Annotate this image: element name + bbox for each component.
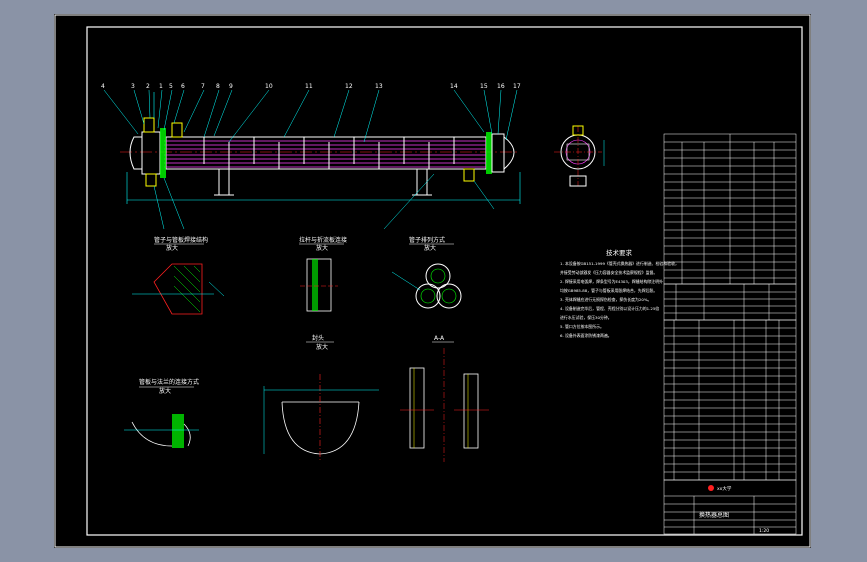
part-no-10: 10 [265,83,273,90]
left-bottom-nozzle [145,173,157,187]
outer-frame [54,14,811,548]
shell-inlet-nozzle [171,122,183,138]
detail-tube-tubesheet-weld: 管子与管板焊接结构 放大 [132,236,225,315]
nozzle-table [663,283,797,321]
part-no-1: 1 [159,83,163,90]
side-view [554,125,605,187]
detail-title-head: 封头 [312,334,324,342]
detail-head: 封头 放大 [263,334,379,462]
shell-body [165,136,487,170]
detail-baffle-rod: 拉杆与折流板连接 放大 [299,236,347,312]
tech-req-line-9: 6. 设备外表面涂防锈漆两遍。 [560,333,612,338]
baffles [203,137,455,169]
detail-scale-rod: 放大 [316,244,328,252]
detail-scale-flange: 放大 [159,387,171,395]
parts-list-table [663,319,797,481]
left-top-nozzle [143,117,155,133]
detail-scale-layout: 放大 [424,244,436,252]
tech-req-line-3: 2. 焊接采用电弧焊，焊条型号为E4303，焊缝结构除注明外 [560,279,663,284]
drawing-sheet: 4 3 2 1 5 6 7 8 9 10 11 12 13 14 15 16 1… [54,14,811,548]
part-no-11: 11 [305,83,313,90]
dimension-lines [126,92,521,204]
part-no-3: 3 [131,83,135,90]
tech-req-line-2: 并接受劳动部颁发《压力容器安全技术监察规程》监督。 [560,270,657,275]
part-no-8: 8 [216,83,220,90]
part-no-7: 7 [201,83,205,90]
part-no-15: 15 [480,83,488,90]
detail-tube-layout: 管子排列方式 放大 [391,236,462,309]
part-no-17: 17 [513,83,521,90]
shell-outlet-nozzle [463,168,475,182]
part-no-16: 16 [497,83,505,90]
tube-bundle [164,140,486,168]
part-no-9: 9 [229,83,233,90]
part-no-2: 2 [146,83,150,90]
title-block-drawing-name: 换热器总图 [699,511,729,519]
main-elevation-view: 4 3 2 1 5 6 7 8 9 10 11 12 13 14 15 16 1… [101,83,521,230]
detail-title-flange: 管板与法兰的连接方式 [139,378,199,386]
heat-exchanger-drawing: 4 3 2 1 5 6 7 8 9 10 11 12 13 14 15 16 1… [54,14,811,548]
part-no-12: 12 [345,83,353,90]
detail-title-aa: A-A [434,335,445,342]
left-head [129,136,142,170]
part-no-13: 13 [375,83,383,90]
detail-title-rod: 拉杆与折流板连接 [299,236,347,244]
design-data-table [663,133,797,285]
part-no-6: 6 [181,83,185,90]
title-block-school: xx大学 [717,485,732,492]
detail-title-weld: 管子与管板焊接结构 [154,236,208,244]
part-no-4: 4 [101,83,105,90]
part-no-5: 5 [169,83,173,90]
left-channel [141,131,161,175]
saddle-supports [214,168,432,196]
right-head [503,136,515,170]
detail-flange-shell: 管板与法兰的连接方式 放大 [124,378,199,448]
detail-scale-weld: 放大 [166,244,178,252]
tech-req-line-4: 均按GB985-88，管子与管板采用胀焊结合，先焊后胀。 [560,288,657,293]
detail-section-a-a: A-A [400,335,489,462]
tech-req-heading: 技术要求 [606,248,633,257]
part-number-labels: 4 3 2 1 5 6 7 8 9 10 11 12 13 14 15 16 1… [101,83,521,90]
tech-req-line-1: 1. 本设备按GB151-1999《管壳式换热器》进行制造、检验和验收， [560,261,679,266]
technical-requirements: 技术要求 1. 本设备按GB151-1999《管壳式换热器》进行制造、检验和验收… [560,248,679,338]
part-no-14: 14 [450,83,458,90]
tech-req-line-5: 3. 壳体焊缝应进行无损探伤检查，探伤长度为20%。 [560,297,651,302]
detail-title-layout: 管子排列方式 [409,236,445,244]
tech-req-line-7: 进行水压试验，保压30分钟。 [560,315,612,320]
tech-req-line-8: 5. 管口方位按本图所示。 [560,324,604,329]
inner-frame [86,26,803,536]
right-channel [491,133,505,173]
detail-scale-head: 放大 [316,343,328,351]
tech-req-line-6: 4. 设备制造完毕后，管程、壳程分别以设计压力的1.25倍 [560,306,659,311]
left-tubesheet [160,128,166,178]
right-tubesheet [486,132,492,174]
title-block-scale: 1:20 [759,528,769,534]
school-logo-icon [708,485,714,491]
